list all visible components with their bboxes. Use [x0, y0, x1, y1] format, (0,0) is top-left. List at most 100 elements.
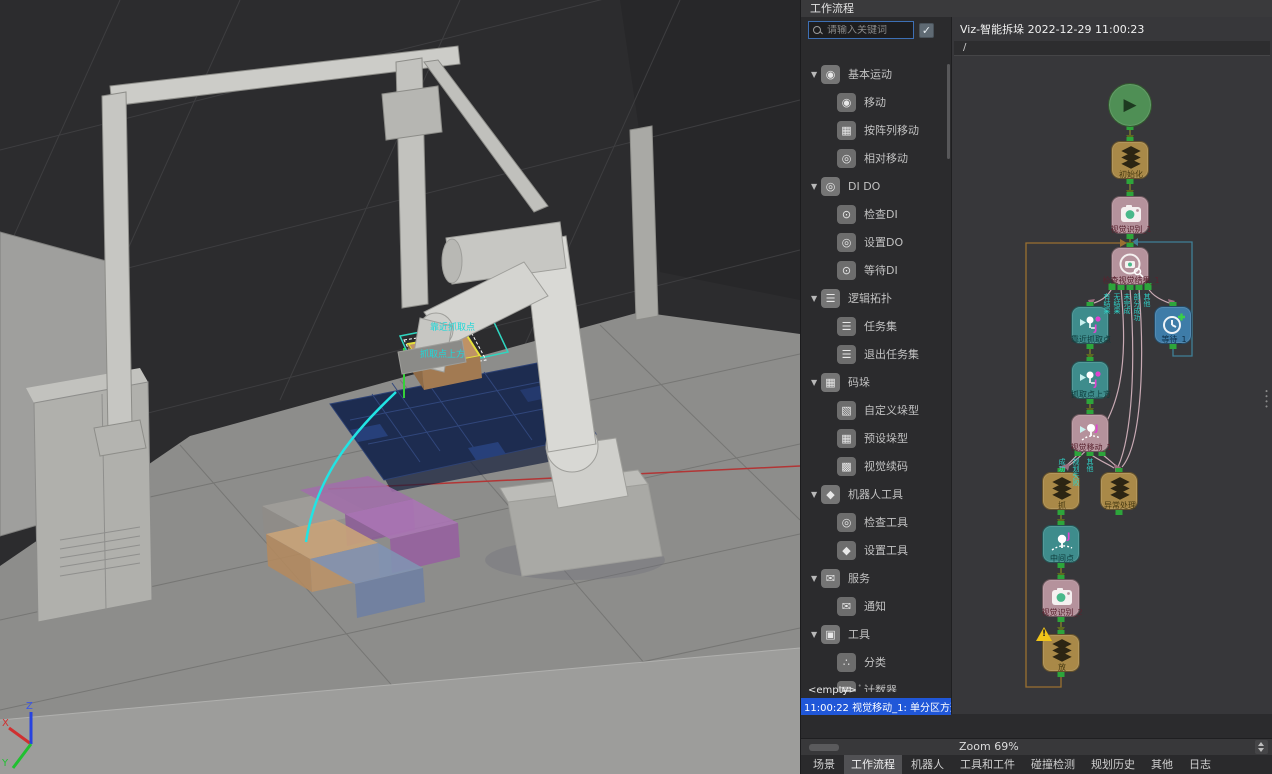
check-di-icon: ⊙: [837, 205, 856, 224]
axis-x-label: X: [2, 718, 9, 729]
caret-icon: ▼: [811, 182, 821, 191]
library-item-relative-move[interactable]: ◎相对移动: [801, 144, 951, 172]
library-item-palletizing[interactable]: ▼▦码垛: [801, 368, 951, 396]
caret-icon: ▼: [811, 574, 821, 583]
node-pick[interactable]: 抓: [1042, 472, 1080, 510]
caret-icon: ▼: [811, 630, 821, 639]
classify-icon: ∴: [837, 653, 856, 672]
node-vision-move-1[interactable]: J 视觉移动_1: [1071, 414, 1109, 452]
tab-plan-history[interactable]: 规划历史: [1084, 755, 1142, 774]
custom-pattern-icon: ▧: [837, 401, 856, 420]
svg-text:J: J: [1093, 379, 1097, 389]
search-input[interactable]: [827, 25, 909, 36]
library-scrollbar[interactable]: [947, 64, 950, 159]
library-item-exit-task-set[interactable]: ☰退出任务集: [801, 340, 951, 368]
robot-arm-icon: ◆: [821, 485, 840, 504]
node-init[interactable]: 初始化: [1111, 141, 1149, 179]
workflow-panel: 工作流程 ✓ ▼◉基本运动 ◉移动 ▦按阵列移动 ◎相对移动 ▼◎DI DO ⊙…: [800, 0, 1272, 774]
tab-workflow[interactable]: 工作流程: [844, 755, 902, 774]
stepper-up-icon[interactable]: [1258, 742, 1264, 746]
array-move-icon: ▦: [837, 121, 856, 140]
vision-move-icon: J: [1077, 419, 1105, 445]
stepper-down-icon[interactable]: [1258, 748, 1264, 752]
library-item-service[interactable]: ▼✉服务: [801, 564, 951, 592]
3d-viewport[interactable]: 靠近抓取点 抓取点上方 X Z Y: [0, 0, 800, 774]
node-vision-recognition-1[interactable]: 视觉识别_1: [1111, 196, 1149, 234]
node-vision-recognition-2[interactable]: 视觉识别_2: [1042, 579, 1080, 617]
breadcrumb[interactable]: /: [954, 41, 1270, 56]
library-item-classify[interactable]: ∴分类: [801, 648, 951, 676]
toolbox-icon: ▣: [821, 625, 840, 644]
node-check-vision-result-1[interactable]: 检查视觉结果_1: [1111, 247, 1149, 285]
wait-di-icon: ⊙: [837, 261, 856, 280]
waypoint-label-approach: 靠近抓取点: [430, 321, 475, 333]
caret-icon: ▼: [811, 294, 821, 303]
tab-robot[interactable]: 机器人: [904, 755, 951, 774]
tab-tools-workpieces[interactable]: 工具和工件: [953, 755, 1022, 774]
svg-text:J: J: [1093, 324, 1097, 334]
tab-log[interactable]: 日志: [1182, 755, 1218, 774]
library-item-move-by-array[interactable]: ▦按阵列移动: [801, 116, 951, 144]
library-item-wait-di[interactable]: ⊙等待DI: [801, 256, 951, 284]
layers-icon: [1117, 146, 1145, 170]
move-icon: ◉: [837, 93, 856, 112]
node-above-pick-point[interactable]: J 抓取点上方: [1071, 361, 1109, 399]
panel-title: 工作流程: [801, 0, 1272, 17]
layers-icon: ☰: [837, 317, 856, 336]
node-exception-handling[interactable]: 异常处理: [1100, 472, 1138, 510]
library-item-move[interactable]: ◉移动: [801, 88, 951, 116]
zoom-level: Zoom 69%: [959, 740, 1019, 753]
empty-label: <empty>: [801, 683, 951, 698]
workflow-canvas[interactable]: Viz-智能拆垛 2022-12-29 11:00:23 / ••••: [951, 17, 1272, 714]
caret-icon: ▼: [811, 378, 821, 387]
library-item-robot-tool[interactable]: ▼◆机器人工具: [801, 480, 951, 508]
waypoint-icon: J: [1048, 530, 1076, 556]
library-item-di-do[interactable]: ▼◎DI DO: [801, 172, 951, 200]
node-place[interactable]: 放: [1042, 634, 1080, 672]
zoom-bar: Zoom 69%: [801, 738, 1272, 755]
set-do-icon: ◎: [837, 233, 856, 252]
workflow-title: Viz-智能拆垛 2022-12-29 11:00:23: [952, 17, 1272, 39]
tab-others[interactable]: 其他: [1144, 755, 1180, 774]
search-box[interactable]: [808, 21, 914, 39]
library-item-task-set[interactable]: ☰任务集: [801, 312, 951, 340]
library-item-vision-continue[interactable]: ▩视觉续码: [801, 452, 951, 480]
library-item-logic-topology[interactable]: ▼☰逻辑拓扑: [801, 284, 951, 312]
tab-collision-detection[interactable]: 碰撞检测: [1024, 755, 1082, 774]
zoom-stepper[interactable]: [1255, 740, 1268, 754]
caret-icon: ▼: [811, 490, 821, 499]
library-item-set-do[interactable]: ◎设置DO: [801, 228, 951, 256]
camera-icon: [1117, 201, 1145, 227]
layers-icon: ☰: [821, 289, 840, 308]
library-item-preset-pattern[interactable]: ▦预设垛型: [801, 424, 951, 452]
3d-scene: 靠近抓取点 抓取点上方 X Z Y: [0, 0, 800, 774]
node-wait-1[interactable]: 等待_1: [1154, 306, 1192, 344]
node-library: ✓ ▼◉基本运动 ◉移动 ▦按阵列移动 ◎相对移动 ▼◎DI DO ⊙检查DI …: [801, 17, 951, 714]
node-library-tree: ▼◉基本运动 ◉移动 ▦按阵列移动 ◎相对移动 ▼◎DI DO ⊙检查DI ◎设…: [801, 60, 951, 692]
notify-icon: ✉: [837, 597, 856, 616]
tab-scene[interactable]: 场景: [806, 755, 842, 774]
library-item-basic-motion[interactable]: ▼◉基本运动: [801, 60, 951, 88]
camera-icon: [1048, 584, 1076, 610]
move-icon: J: [1077, 366, 1105, 392]
zoom-slider[interactable]: [809, 744, 839, 751]
waypoint-label-above: 抓取点上方: [420, 348, 465, 360]
node-approach-pick-point[interactable]: J 靠近抓取点: [1071, 306, 1109, 344]
library-item-check-di[interactable]: ⊙检查DI: [801, 200, 951, 228]
grid-icon: ▦: [821, 373, 840, 392]
check-tool-icon: ◎: [837, 513, 856, 532]
vision-code-icon: ▩: [837, 457, 856, 476]
library-item-custom-pattern[interactable]: ▧自定义垛型: [801, 396, 951, 424]
status-message-selected[interactable]: 11:00:22 视觉移动_1: 单分区方形: [801, 698, 951, 715]
library-item-check-tool[interactable]: ◎检查工具: [801, 508, 951, 536]
library-item-notify[interactable]: ✉通知: [801, 592, 951, 620]
filter-checkbox[interactable]: ✓: [919, 23, 934, 38]
node-mid-point[interactable]: J 中间点: [1042, 525, 1080, 563]
message-icon: ✉: [821, 569, 840, 588]
library-item-tools[interactable]: ▼▣工具: [801, 620, 951, 648]
node-start[interactable]: ▶: [1108, 83, 1152, 127]
workflow-graph: ▶ 初始化 视觉识别_1 检查视觉结果_1 J 靠近抓取点: [952, 65, 1272, 714]
library-item-set-tool[interactable]: ◆设置工具: [801, 536, 951, 564]
caret-icon: ▼: [811, 70, 821, 79]
bottom-tab-bar: 场景 工作流程 机器人 工具和工件 碰撞检测 规划历史 其他 日志: [801, 755, 1272, 774]
